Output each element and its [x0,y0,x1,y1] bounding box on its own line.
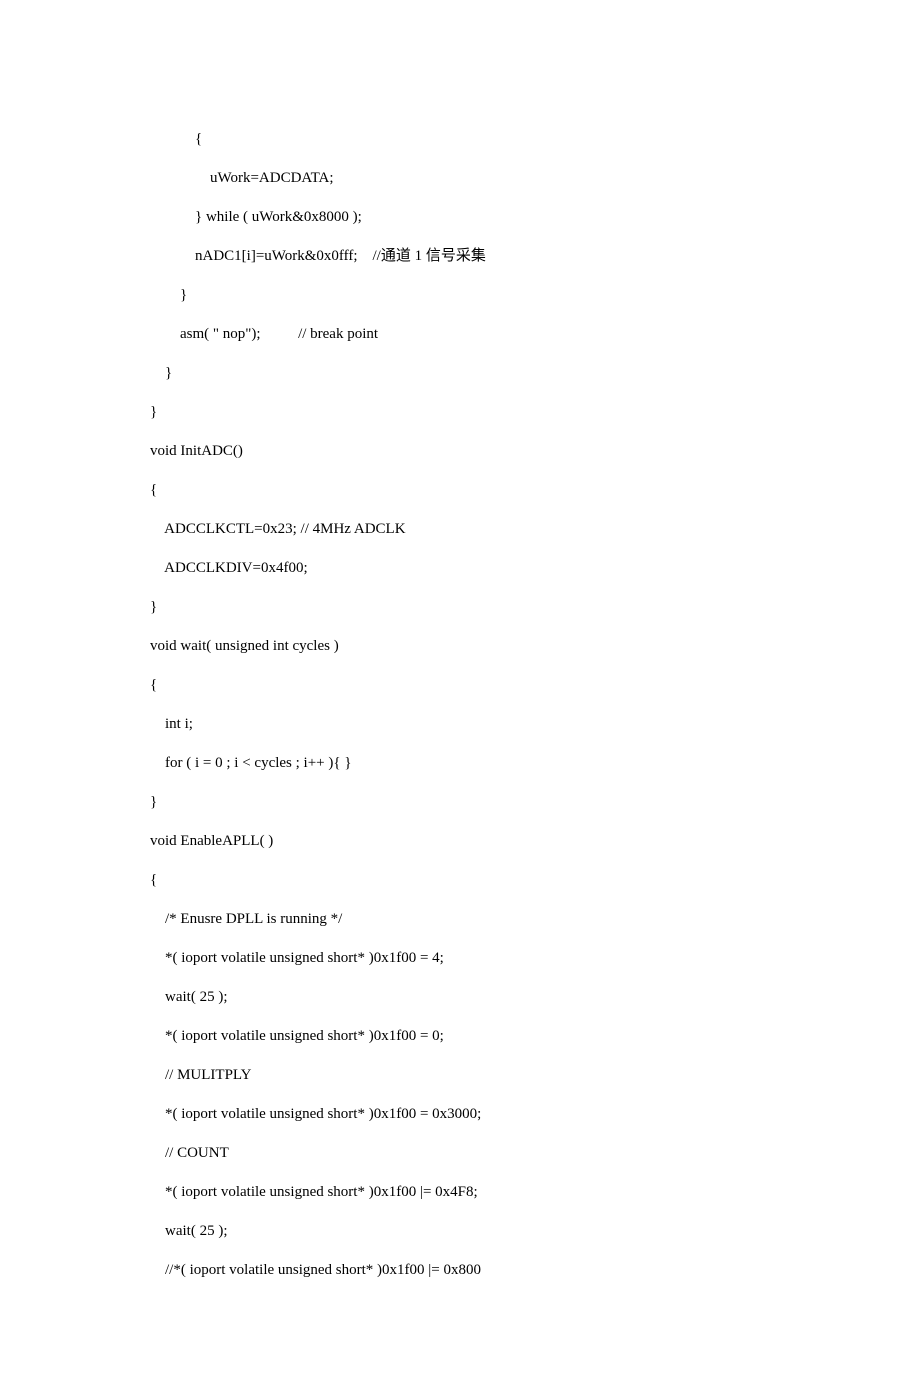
code-line: 1 [411,248,426,264]
code-line: } [150,794,157,810]
code-line: } while ( uWork&0x8000 ); [150,209,362,225]
code-line: ADCCLKCTL=0x23; // 4MHz ADCLK [150,521,406,537]
code-line: *( ioport volatile unsigned short* )0x1f… [150,950,444,966]
code-line-cn: 信号采集 [426,248,486,264]
code-line: nADC1[i]=uWork&0x0fff; // [150,248,381,264]
code-line: } [150,404,157,420]
code-line: void EnableAPLL( ) [150,833,273,849]
code-line: void InitADC() [150,443,243,459]
code-line: wait( 25 ); [150,989,227,1005]
code-line: for ( i = 0 ; i < cycles ; i++ ){ } [150,755,352,771]
code-line: { [150,872,157,888]
code-line: // MULITPLY [150,1067,251,1083]
code-line: //*( ioport volatile unsigned short* )0x… [150,1262,481,1278]
code-line: void wait( unsigned int cycles ) [150,638,339,654]
code-line: { [150,482,157,498]
code-line: } [150,599,157,615]
code-line: /* Enusre DPLL is running */ [150,911,342,927]
code-line: *( ioport volatile unsigned short* )0x1f… [150,1184,478,1200]
code-line: { [150,131,202,147]
code-line: *( ioport volatile unsigned short* )0x1f… [150,1106,481,1122]
code-line-cn: 通道 [381,248,411,264]
code-line: int i; [150,716,193,732]
code-page: { uWork=ADCDATA; } while ( uWork&0x8000 … [0,0,920,1390]
code-line: } [150,365,172,381]
code-line: uWork=ADCDATA; [150,170,334,186]
code-line: // COUNT [150,1145,229,1161]
code-line: { [150,677,157,693]
code-line: } [150,287,187,303]
code-line: ADCCLKDIV=0x4f00; [150,560,308,576]
code-line: wait( 25 ); [150,1223,227,1239]
code-line: asm( " nop"); // break point [150,326,378,342]
code-line: *( ioport volatile unsigned short* )0x1f… [150,1028,444,1044]
